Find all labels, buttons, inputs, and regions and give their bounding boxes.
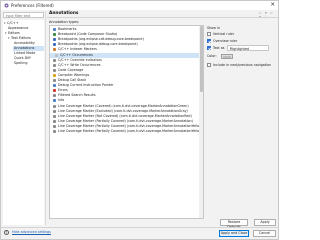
annotation-type-icon <box>53 33 56 37</box>
tree-item-label: Annotations <box>14 46 35 50</box>
eclipse-gear-icon <box>4 3 9 8</box>
list-item[interactable]: Line Coverage Marker (Partially Covered)… <box>50 129 203 134</box>
title-bar: Preferences (Filtered) ✕ <box>1 1 278 10</box>
hide-advanced-settings-link[interactable]: Hide advanced settings <box>12 230 51 234</box>
preferences-tree: ▾C/C++ Appearance ▾Editors ▾Text Editors… <box>3 20 44 225</box>
annotation-type-icon <box>53 48 56 52</box>
help-icon[interactable]: ? <box>4 230 9 235</box>
tree-item-label: Spelling <box>14 61 28 65</box>
annotation-type-icon <box>53 130 56 133</box>
annotation-type-icon <box>53 73 56 77</box>
tree-item-label: Linked Mode <box>14 51 36 55</box>
divider <box>47 17 278 18</box>
annotation-type-icon <box>53 89 56 93</box>
apply-and-close-button[interactable]: Apply and Close <box>219 230 249 237</box>
tree-item-label: Appearance <box>8 26 29 30</box>
tree-item-label: Quick Diff <box>14 56 31 60</box>
tree-item-label: Accessibility <box>14 41 35 45</box>
window-title: Preferences (Filtered) <box>11 3 54 8</box>
annotation-type-icon <box>53 38 56 42</box>
restore-defaults-button[interactable]: Restore Defaults <box>220 219 248 229</box>
include-navigation-checkbox[interactable] <box>207 63 211 67</box>
include-navigation-label: Include in next/previous navigation <box>213 63 272 67</box>
annotation-type-icon <box>53 104 56 108</box>
annotation-type-icon <box>53 79 56 82</box>
annotation-type-icon <box>53 58 56 62</box>
annotation-types-label: Annotation types: <box>49 20 80 24</box>
annotation-type-icon <box>53 99 56 103</box>
vertical-ruler-label: Vertical ruler <box>213 32 235 36</box>
close-icon[interactable]: ✕ <box>270 2 275 9</box>
filter-input[interactable]: type filter text <box>3 12 44 18</box>
filter-placeholder: type filter text <box>6 13 31 18</box>
pane-divider[interactable] <box>45 11 46 225</box>
text-as-checkbox[interactable] <box>207 46 211 50</box>
show-in-label: Show in <box>207 26 220 30</box>
annotation-type-icon <box>53 43 56 47</box>
tree-item-label: Editors <box>8 31 20 35</box>
text-style-select[interactable]: Highlighted ▾ <box>227 45 269 51</box>
list-item-label: Line Coverage Marker (Partially Covered)… <box>58 129 204 133</box>
tree-item-label: C/C++ <box>7 21 19 25</box>
color-swatch <box>223 56 231 58</box>
annotation-type-icon <box>53 28 56 31</box>
tree-item-label: Text Editors <box>11 36 31 40</box>
tree-item-spelling[interactable]: Spelling <box>14 61 28 66</box>
overview-ruler-checkbox[interactable] <box>207 39 211 43</box>
scrollbar-thumb[interactable] <box>199 26 203 92</box>
color-label: Color: <box>207 54 217 58</box>
preferences-window: Preferences (Filtered) ✕ type filter tex… <box>0 0 279 240</box>
apply-button[interactable]: Apply <box>254 219 276 226</box>
text-as-label: Text as <box>213 46 225 50</box>
page-title: Annotations <box>49 11 79 16</box>
list-scrollbar[interactable] <box>199 26 203 218</box>
chevron-down-icon: ▾ <box>230 46 232 50</box>
annotation-types-list[interactable]: Bookmarks Breakpoint (Code Composer Studi… <box>49 25 204 219</box>
vertical-ruler-checkbox[interactable] <box>207 32 211 36</box>
color-picker-button[interactable] <box>221 54 233 59</box>
divider <box>1 227 278 228</box>
annotation-type-icon <box>53 124 56 128</box>
annotation-type-icon <box>53 119 56 123</box>
cancel-button[interactable]: Cancel <box>253 230 276 237</box>
overview-ruler-label: Overview ruler <box>213 39 238 43</box>
annotation-type-icon <box>53 68 56 72</box>
annotation-type-icon <box>53 114 56 118</box>
annotation-type-icon <box>53 94 56 98</box>
annotation-type-icon <box>53 63 56 67</box>
annotation-type-icon <box>53 84 56 88</box>
annotation-type-icon <box>55 53 58 57</box>
annotation-type-icon <box>53 109 56 113</box>
